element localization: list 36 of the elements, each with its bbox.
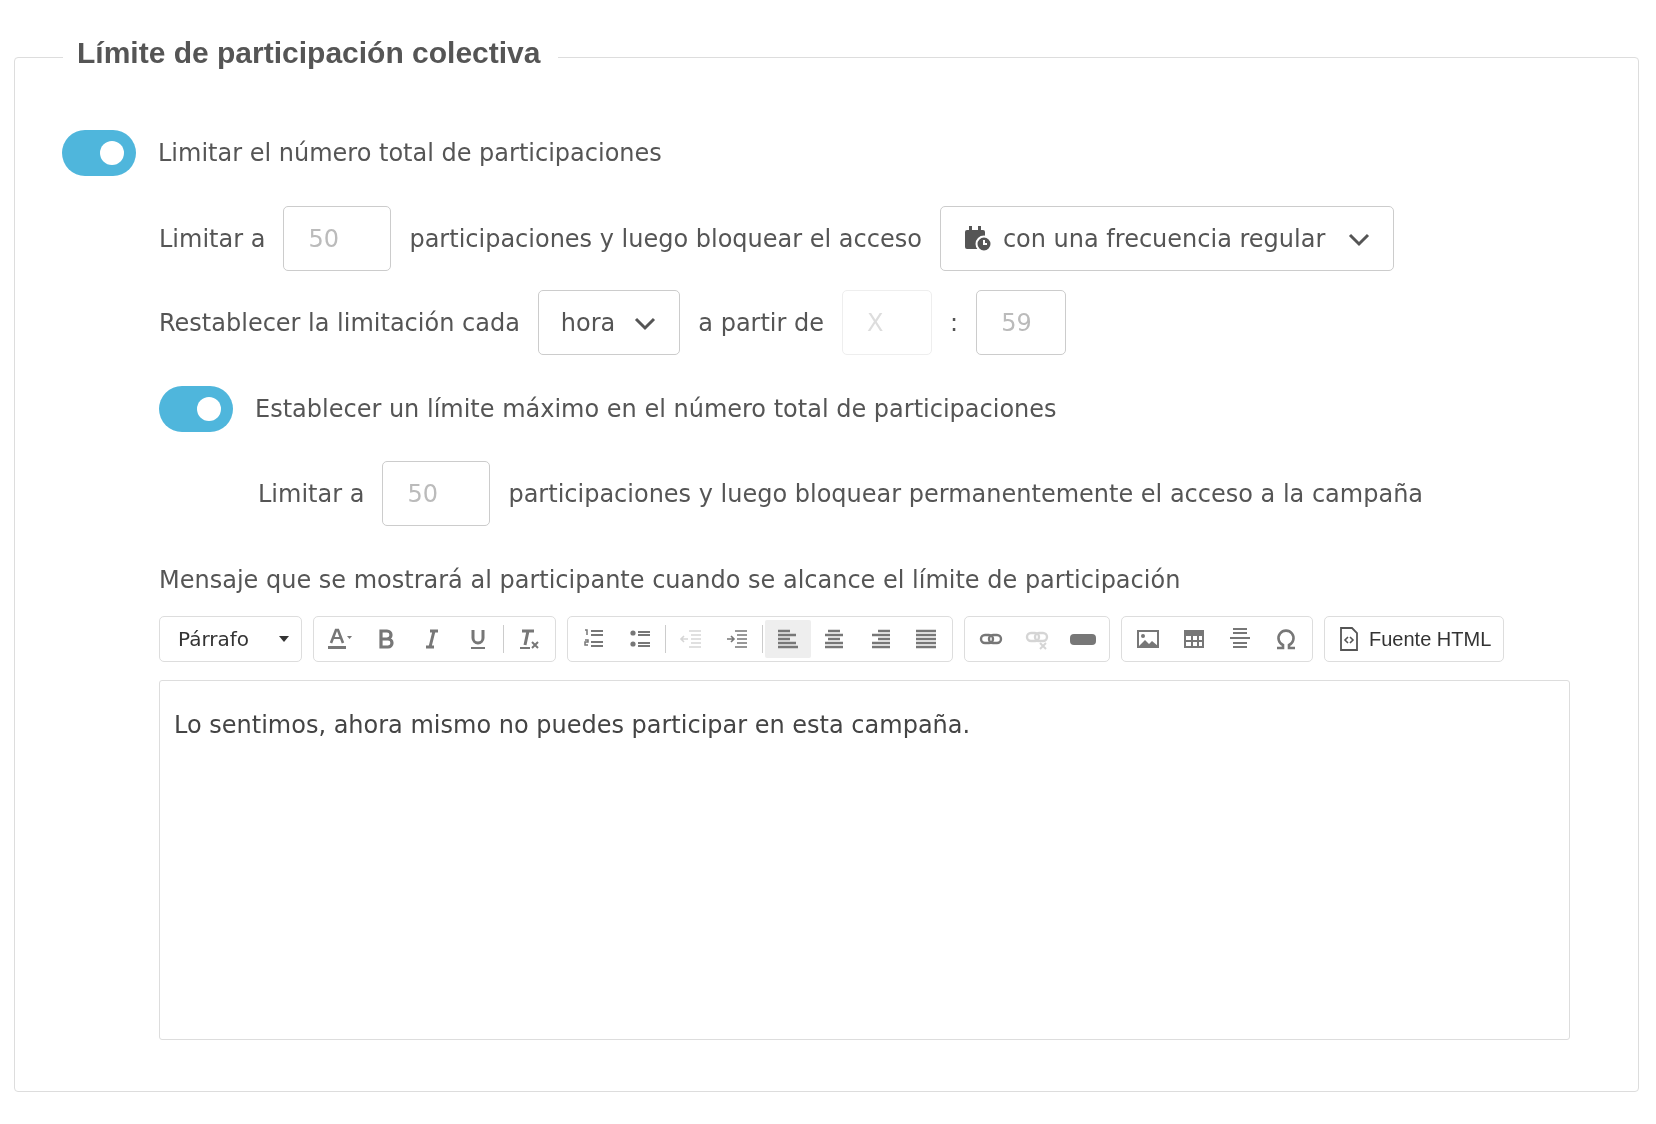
dropdown[interactable]: hora	[537, 290, 681, 355]
time-separator: :	[950, 308, 959, 337]
caret-icon	[279, 636, 289, 642]
message-label: Mensaje que se mostrará al participante cuando se alcance el límite de participación	[159, 566, 1182, 594]
field-label: participaciones y luego bloquear permanentemente el acceso a la campaña	[508, 479, 1424, 508]
field-label: Restablecer la limitación cada	[159, 308, 520, 337]
image-icon	[1136, 627, 1160, 651]
number-field[interactable]: 50	[283, 206, 392, 271]
dropdown[interactable]: con una frecuencia regular	[939, 206, 1395, 271]
editor-text: Lo sentimos, ahora mismo no puedes participar en esta campaña.	[174, 711, 972, 739]
align-center-icon	[822, 627, 846, 651]
horizontal-rule-icon	[1228, 627, 1252, 651]
toggle-label: Establecer un límite máximo en el número total de participaciones	[255, 395, 1057, 423]
code-file-icon	[1339, 627, 1359, 651]
outdent-icon	[679, 627, 703, 651]
text-color-icon	[327, 627, 353, 651]
indent-icon	[725, 627, 749, 651]
justify-icon	[914, 627, 938, 651]
field-label: Limitar a	[258, 479, 365, 508]
calendar-clock-icon	[962, 224, 993, 253]
align-left-button[interactable]	[765, 620, 811, 658]
field-label: a partir de	[698, 308, 825, 337]
field-label: Limitar a	[159, 224, 266, 253]
number-field[interactable]: 59	[976, 290, 1067, 355]
toggle-label: Limitar el número total de participaciones	[158, 139, 662, 167]
number-field[interactable]: 50	[382, 461, 491, 526]
rich-text-editor[interactable]: Lo sentimos, ahora mismo no puedes participar en esta campaña.	[159, 680, 1570, 1040]
align-left-icon	[776, 627, 800, 651]
field-label: participaciones y luego bloquear el acceso	[409, 224, 922, 253]
toggle-switch[interactable]	[159, 386, 233, 432]
toggle-switch[interactable]	[62, 130, 136, 176]
source-button[interactable]: Fuente HTML	[1324, 616, 1505, 662]
clear-format-icon	[517, 627, 541, 651]
format-dropdown[interactable]: Párrafo	[159, 616, 302, 662]
omega-icon	[1274, 627, 1298, 651]
table-icon	[1182, 627, 1206, 651]
